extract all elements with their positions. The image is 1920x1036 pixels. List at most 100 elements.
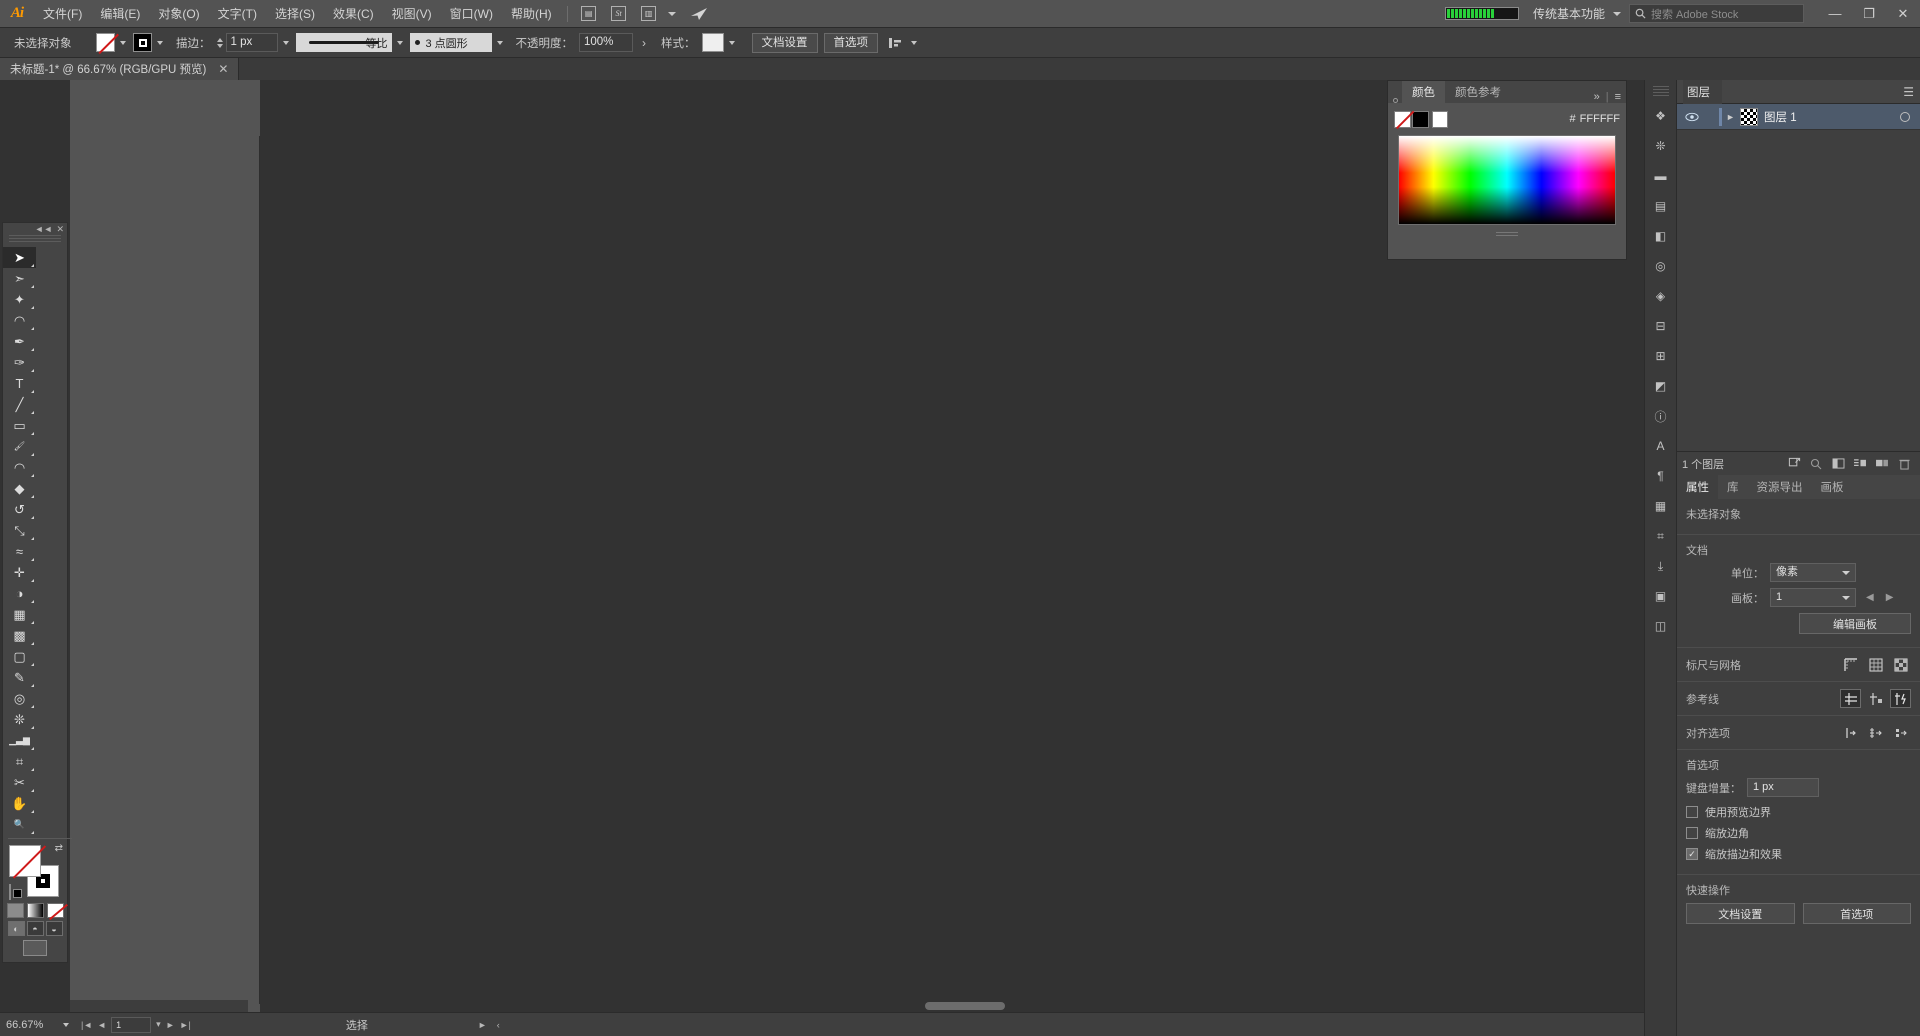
zoom-tool[interactable]: 🔍: [3, 814, 36, 835]
show-guides-icon[interactable]: [1840, 689, 1861, 708]
minimize-button[interactable]: —: [1818, 0, 1852, 28]
fill-chevron-down-icon[interactable]: [120, 40, 126, 45]
document-tab-close-icon[interactable]: ✕: [218, 62, 228, 76]
menu-item-4[interactable]: 选择(S): [266, 0, 324, 28]
shaper-tool[interactable]: ◠: [3, 457, 36, 478]
scale-tool[interactable]: ⤡: [3, 520, 36, 541]
direct-selection-tool[interactable]: ➣: [3, 268, 36, 289]
draw-normal-button[interactable]: ◐: [7, 921, 25, 936]
zoom-chevron-down-icon[interactable]: [63, 1022, 69, 1027]
menu-item-6[interactable]: 视图(V): [383, 0, 441, 28]
stroke-profile-chevron-down-icon[interactable]: [396, 40, 403, 45]
menu-item-8[interactable]: 帮助(H): [502, 0, 561, 28]
stroke-profile-select[interactable]: 等比: [295, 33, 392, 52]
symbols-icon[interactable]: ❊: [1647, 132, 1675, 160]
hand-tool[interactable]: ✋: [3, 793, 36, 814]
lock-guides-icon[interactable]: [1865, 689, 1886, 708]
layer-target-circle-icon[interactable]: [1900, 111, 1910, 122]
opacity-expand-icon[interactable]: ›: [633, 32, 655, 54]
previous-artboard-arrow-icon[interactable]: ◀: [1866, 592, 1874, 603]
asset-export-icon[interactable]: ⤓: [1647, 552, 1675, 580]
preferences-button[interactable]: 首选项: [823, 32, 878, 53]
color-stroke-swatch[interactable]: [1412, 110, 1429, 128]
tab-属性[interactable]: 属性: [1677, 475, 1718, 499]
layers-icon[interactable]: ◫: [1647, 612, 1675, 640]
hex-value[interactable]: FFFFFF: [1580, 113, 1620, 125]
snap-to-pixel-icon[interactable]: [1890, 723, 1911, 742]
make-clipping-mask-icon[interactable]: [1827, 454, 1849, 474]
stock-icon[interactable]: St: [606, 3, 632, 25]
layer-name[interactable]: 图层 1: [1764, 109, 1797, 125]
document-setup-button[interactable]: 文档设置: [751, 32, 818, 53]
collapse-panel-icon[interactable]: ◄◄: [35, 224, 53, 234]
menu-item-0[interactable]: 文件(F): [34, 0, 91, 28]
horizontal-scrollbar[interactable]: [70, 1000, 1005, 1012]
mesh-tool[interactable]: ▩: [3, 625, 36, 646]
paintbrush-tool[interactable]: 🖌: [3, 436, 36, 457]
gradient-mode-button[interactable]: [26, 903, 44, 918]
transform-icon[interactable]: ⊞: [1647, 342, 1675, 370]
snap-to-grid-icon[interactable]: [1865, 723, 1886, 742]
status-prev-icon[interactable]: ‹: [497, 1020, 500, 1030]
previous-artboard-icon[interactable]: ◄: [97, 1020, 106, 1030]
layer-visibility-eye-icon[interactable]: [1681, 112, 1703, 122]
character-icon[interactable]: A: [1647, 432, 1675, 460]
dock-rail-grip[interactable]: [1652, 86, 1669, 96]
color-panel-menu-icon[interactable]: ≡: [1615, 91, 1621, 103]
eyedropper-tool[interactable]: ✎: [3, 667, 36, 688]
close-button[interactable]: ✕: [1886, 0, 1920, 28]
color-white-swatch[interactable]: [1432, 110, 1448, 128]
hex-field[interactable]: # FFFFFF: [1570, 113, 1620, 125]
layers-panel-menu-icon[interactable]: ☰: [1903, 85, 1914, 99]
brush-chevron-down-icon[interactable]: [496, 40, 503, 45]
next-artboard-arrow-icon[interactable]: ▶: [1886, 592, 1894, 603]
create-new-sublayer-icon[interactable]: [1849, 454, 1871, 474]
color-fill-swatch[interactable]: [1394, 110, 1411, 128]
graphic-styles-icon[interactable]: ◈: [1647, 282, 1675, 310]
tab-画板[interactable]: 画板: [1812, 475, 1853, 499]
document-tab[interactable]: 未标题-1* @ 66.67% (RGB/GPU 预览) ✕: [0, 58, 240, 80]
stroke-weight-stepper[interactable]: [216, 37, 223, 48]
color-panel-resize-grip[interactable]: [1496, 232, 1518, 238]
snap-to-point-icon[interactable]: [1840, 723, 1861, 742]
create-new-layer-icon[interactable]: [1871, 454, 1893, 474]
blend-tool[interactable]: ◎: [3, 688, 36, 709]
document-info-icon[interactable]: ⓘ: [1647, 402, 1675, 430]
artboard-tool[interactable]: ⌗: [3, 751, 36, 772]
artboard-chevron-down-icon[interactable]: ▾: [156, 1019, 161, 1030]
paragraph-icon[interactable]: ¶: [1647, 462, 1675, 490]
preference-checkbox-row[interactable]: 使用预览边界: [1686, 804, 1911, 820]
stroke-swatch[interactable]: [133, 33, 152, 52]
swap-fill-stroke-icon[interactable]: ⇄: [55, 843, 63, 854]
style-chevron-down-icon[interactable]: [728, 40, 735, 45]
slice-tool[interactable]: ✂: [3, 772, 36, 793]
bridge-icon[interactable]: ▤: [576, 3, 602, 25]
none-mode-button[interactable]: [46, 903, 64, 918]
menu-item-5[interactable]: 效果(C): [324, 0, 383, 28]
delete-selection-icon[interactable]: [1893, 454, 1915, 474]
gradient-tool[interactable]: ▢: [3, 646, 36, 667]
tab-color[interactable]: 颜色: [1402, 81, 1445, 103]
units-select[interactable]: 像素: [1770, 563, 1856, 582]
maximize-button[interactable]: ❐: [1852, 0, 1886, 28]
gradient-icon[interactable]: ▤: [1647, 192, 1675, 220]
align-options-icon[interactable]: [884, 32, 906, 54]
eraser-tool[interactable]: ◆: [3, 478, 36, 499]
draw-inside-button[interactable]: ◒: [45, 921, 63, 936]
color-spectrum[interactable]: [1398, 135, 1616, 225]
smart-guides-icon[interactable]: [1890, 689, 1911, 708]
tab-资源导出[interactable]: 资源导出: [1748, 475, 1812, 499]
stroke-weight-chevron-down-icon[interactable]: [282, 40, 289, 45]
libraries-icon[interactable]: ▣: [1647, 582, 1675, 610]
fill-swatch[interactable]: [96, 33, 115, 52]
stroke-weight-input[interactable]: 1 px: [225, 33, 278, 52]
opacity-input[interactable]: 100%: [579, 33, 633, 52]
fill-indicator[interactable]: [9, 845, 41, 877]
tab-库[interactable]: 库: [1718, 475, 1748, 499]
preference-checkbox-row[interactable]: ✓ 缩放描边和效果: [1686, 846, 1911, 862]
selection-tool[interactable]: ➤: [3, 247, 36, 268]
menu-item-2[interactable]: 对象(O): [149, 0, 208, 28]
tools-panel-grip[interactable]: [9, 235, 61, 243]
checkbox-1[interactable]: [1686, 827, 1698, 839]
artboards-icon[interactable]: ⌗: [1647, 522, 1675, 550]
